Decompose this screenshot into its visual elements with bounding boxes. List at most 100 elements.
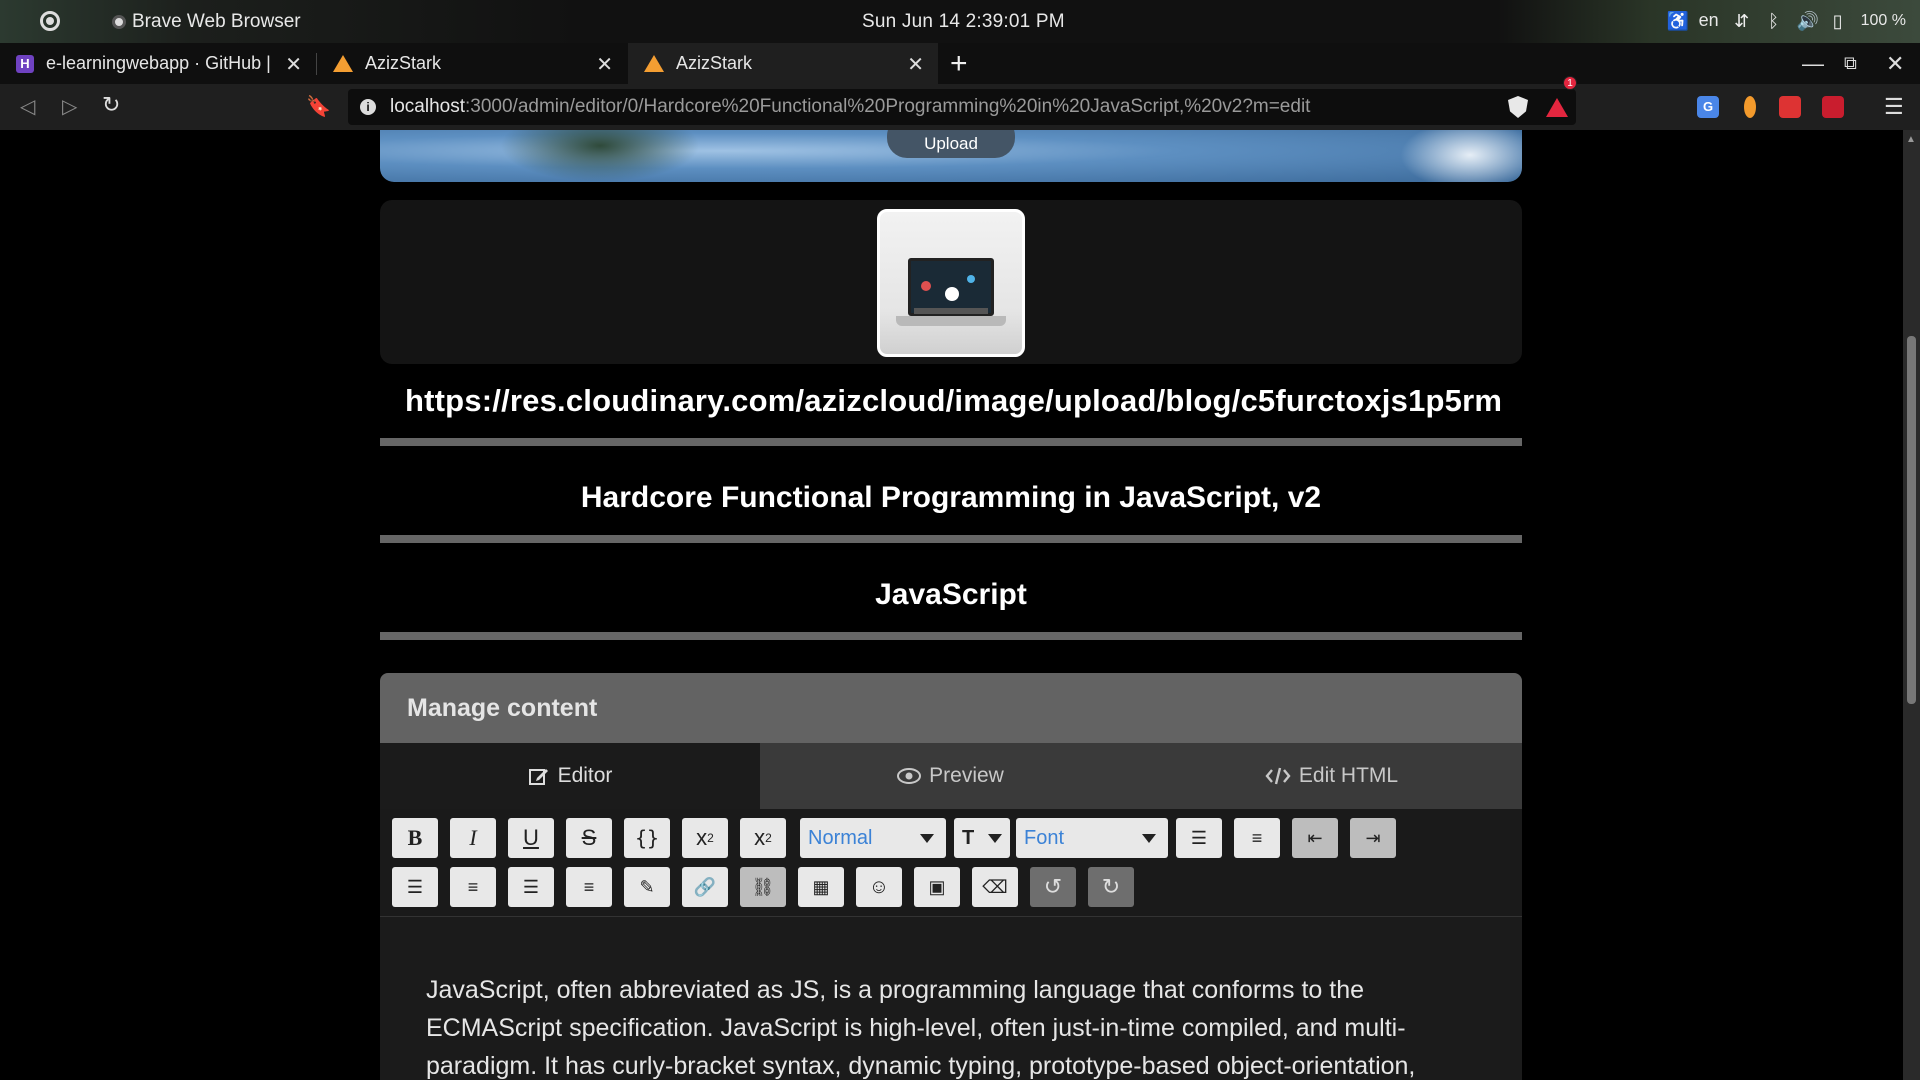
app-menu[interactable]: Brave Web Browser — [112, 11, 301, 33]
rewards-badge: 1 — [1563, 75, 1577, 90]
tab-title: AzizStark — [365, 53, 442, 73]
app-name-label: Brave Web Browser — [132, 11, 301, 32]
brave-rewards-icon[interactable]: 1 — [1546, 75, 1577, 117]
url-path: :3000/admin/editor/0/Hardcore%20Function… — [465, 96, 1311, 117]
emoji-icon[interactable]: ☺ — [856, 867, 902, 907]
eraser-icon[interactable]: ⌫ — [972, 867, 1018, 907]
bookmark-icon[interactable]: 🔖 — [306, 94, 331, 119]
justify-button[interactable]: ≡ — [566, 867, 612, 907]
clock[interactable]: Sun Jun 14 2:39:01 PM — [862, 11, 1065, 33]
manage-content-heading: Manage content — [380, 673, 1522, 743]
close-window-icon[interactable]: ✕ — [1886, 51, 1904, 77]
tab-preview-label: Preview — [929, 764, 1004, 787]
address-bar[interactable]: i localhost:3000/admin/editor/0/Hardcore… — [348, 75, 1577, 125]
unlink-icon[interactable]: ⛓ — [740, 867, 786, 907]
new-tab-plus-icon[interactable]: + — [950, 47, 968, 81]
redo-icon[interactable]: ↻ — [1088, 867, 1134, 907]
tab-azizstark-1[interactable]: AzizStark ✕ — [317, 43, 627, 84]
battery-icon[interactable]: ▯ — [1829, 11, 1847, 31]
os-top-bar: Brave Web Browser Sun Jun 14 2:39:01 PM … — [0, 0, 1920, 43]
upload-button[interactable]: Upload — [887, 130, 1015, 158]
superscript-button[interactable]: x2 — [682, 818, 728, 858]
editor-content[interactable]: JavaScript, often abbreviated as JS, is … — [380, 917, 1522, 1080]
thumbnail-image[interactable] — [877, 209, 1025, 357]
translate-extension-icon[interactable]: G — [1697, 96, 1719, 118]
indent-button[interactable]: ⇥ — [1350, 818, 1396, 858]
tab-editor-label: Editor — [557, 764, 613, 787]
edit-icon — [528, 769, 548, 785]
embed-icon[interactable]: ▦ — [798, 867, 844, 907]
bullet-list-button[interactable]: ☰ — [1176, 818, 1222, 858]
site-info-icon[interactable]: i — [360, 99, 376, 115]
close-tab-icon[interactable]: ✕ — [596, 52, 613, 77]
extension-youtube-icon[interactable] — [1822, 96, 1844, 118]
tab-preview[interactable]: Preview — [760, 743, 1141, 809]
chart-dot — [945, 287, 959, 301]
color-picker-icon[interactable]: ✎ — [624, 867, 670, 907]
tab-title: e-learningwebapp · GitHub | ⠀ — [46, 53, 289, 73]
input-underline — [380, 535, 1522, 543]
align-right-button[interactable]: ☰ — [508, 867, 554, 907]
url-text[interactable]: localhost:3000/admin/editor/0/Hardcore%2… — [390, 96, 1310, 118]
cover-tree-decoration — [500, 130, 700, 182]
close-tab-icon[interactable]: ✕ — [907, 52, 924, 77]
browser-menu-icon[interactable]: ☰ — [1884, 94, 1904, 120]
chevron-down-icon — [1142, 834, 1156, 843]
editor-toolbar: B I U S {} x2 x2 Normal T Font ☰ ≡ ⇤ ⇥ ☰… — [380, 809, 1522, 917]
tab-edit-html-label: Edit HTML — [1298, 764, 1399, 787]
category-input[interactable]: JavaScript — [380, 565, 1522, 625]
bluetooth-icon[interactable]: ᛒ — [1765, 11, 1783, 31]
thumbnail-card — [380, 200, 1522, 364]
back-icon[interactable]: ◁ — [20, 94, 35, 119]
scroll-up-icon[interactable]: ▲ — [1906, 134, 1916, 145]
font-size-select[interactable]: T — [954, 818, 1010, 858]
image-icon[interactable]: ▣ — [914, 867, 960, 907]
strikethrough-button[interactable]: S — [566, 818, 612, 858]
outdent-button[interactable]: ⇤ — [1292, 818, 1338, 858]
tab-edit-html[interactable]: Edit HTML — [1141, 743, 1522, 809]
reload-icon[interactable]: ↻ — [102, 92, 120, 118]
align-center-button[interactable]: ≡ — [450, 867, 496, 907]
tab-editor[interactable]: Editor — [380, 743, 760, 809]
restore-icon[interactable]: ⧉ — [1844, 53, 1857, 74]
link-icon[interactable]: 🔗 — [682, 867, 728, 907]
network-icon[interactable]: ⇵ — [1733, 11, 1751, 31]
laptop-keyboard — [914, 308, 988, 314]
scrollbar-thumb[interactable] — [1907, 336, 1916, 704]
undo-icon[interactable]: ↺ — [1030, 867, 1076, 907]
language-indicator[interactable]: en — [1699, 10, 1719, 31]
tab-github[interactable]: H e-learningwebapp · GitHub | ⠀ ✕ — [0, 43, 316, 84]
subscript-button[interactable]: x2 — [740, 818, 786, 858]
bold-button[interactable]: B — [392, 818, 438, 858]
tab-azizstark-2[interactable]: AzizStark ✕ — [628, 43, 938, 84]
editor-tabs: Editor Preview Edit HTML — [380, 743, 1522, 809]
chevron-down-icon — [920, 834, 934, 843]
extension-red-icon[interactable] — [1779, 96, 1801, 118]
underline-button[interactable]: U — [508, 818, 554, 858]
brave-shields-icon[interactable] — [1508, 96, 1528, 118]
image-url-input[interactable]: https://res.cloudinary.com/azizcloud/ima… — [380, 370, 1522, 432]
course-title-input[interactable]: Hardcore Functional Programming in JavaS… — [380, 468, 1522, 528]
numbered-list-button[interactable]: ≡ — [1234, 818, 1280, 858]
extension-orange-icon[interactable] — [1744, 96, 1756, 118]
font-select[interactable]: Font — [1016, 818, 1168, 858]
align-left-button[interactable]: ☰ — [392, 867, 438, 907]
font-select-value: Font — [1024, 827, 1065, 849]
github-favicon-icon: H — [16, 54, 34, 73]
code-block-button[interactable]: {} — [624, 818, 670, 858]
brave-favicon-icon — [644, 55, 664, 72]
chart-dot — [921, 281, 931, 291]
italic-button[interactable]: I — [450, 818, 496, 858]
forward-icon[interactable]: ▷ — [62, 94, 77, 119]
volume-icon[interactable]: 🔊 — [1797, 11, 1819, 31]
format-select[interactable]: Normal — [800, 818, 946, 858]
activities-icon[interactable] — [40, 11, 60, 31]
browser-toolbar: ◁ ▷ ↻ 🔖 i localhost:3000/admin/editor/0/… — [0, 75, 1920, 130]
minimize-icon[interactable]: — — [1802, 51, 1824, 77]
input-underline — [380, 632, 1522, 640]
eye-icon — [897, 768, 922, 784]
system-tray: ♿ en ⇵ ᛒ 🔊 ▯ 100 % — [1667, 10, 1906, 31]
page-scrollbar[interactable]: ▲ — [1903, 130, 1920, 1080]
close-tab-icon[interactable]: ✕ — [285, 52, 302, 77]
accessibility-icon[interactable]: ♿ — [1667, 11, 1689, 31]
